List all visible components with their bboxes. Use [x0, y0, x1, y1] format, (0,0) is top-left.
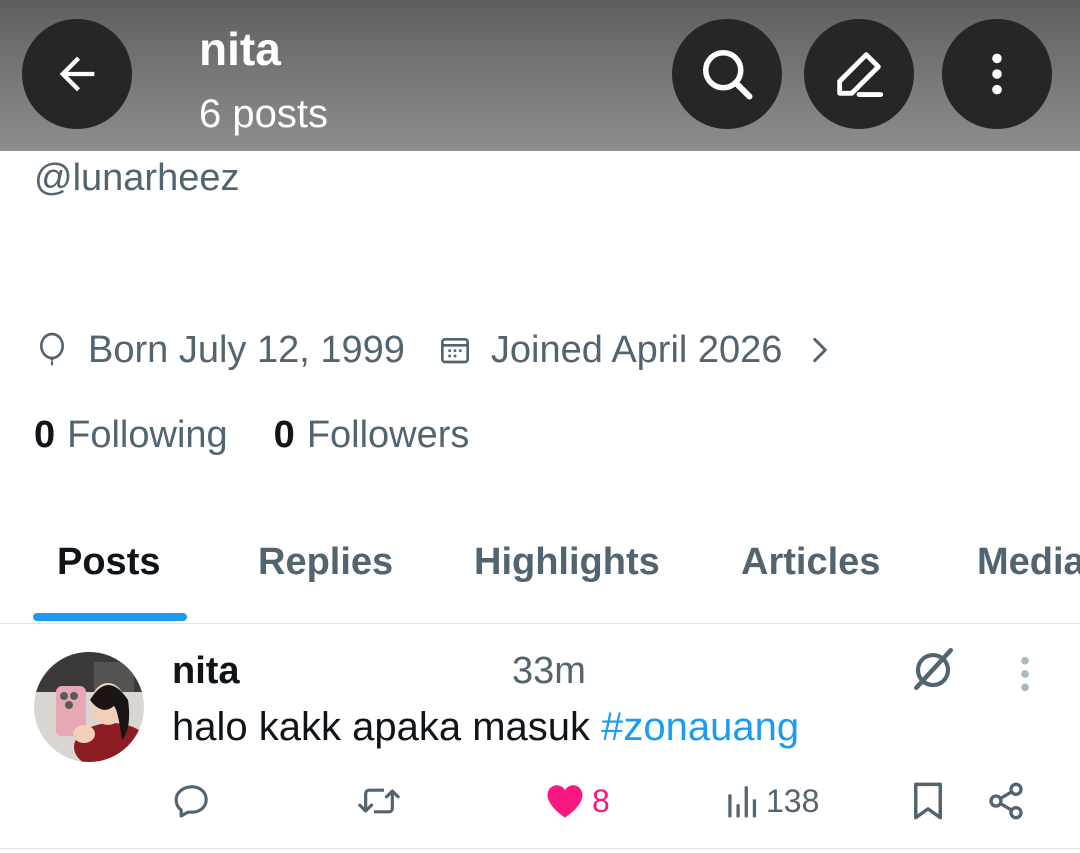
post-text: halo kakk apaka masuk #zonauang — [172, 703, 799, 751]
like-count: 8 — [592, 783, 610, 819]
calendar-icon — [439, 334, 471, 366]
profile-header: nita 6 posts — [0, 0, 1080, 151]
post-count: 6 posts — [199, 92, 328, 136]
tab-media[interactable]: Media — [977, 538, 1080, 586]
profile-meta: Born July 12, 1999 Joined April 2026 — [36, 326, 836, 374]
chevron-right-icon[interactable] — [804, 334, 836, 366]
following-label: Following — [67, 414, 228, 456]
user-handle: @lunarheez — [34, 157, 240, 199]
header-title: nita — [199, 23, 281, 75]
avatar[interactable] — [34, 652, 144, 762]
followers-count: 0 — [273, 414, 295, 456]
repost-icon — [358, 788, 400, 814]
like-button[interactable]: 8 — [544, 776, 610, 826]
share-button[interactable] — [986, 776, 1026, 826]
post-more-icon[interactable] — [1010, 654, 1040, 699]
heart-filled-icon — [547, 785, 583, 818]
grok-icon[interactable] — [908, 644, 958, 699]
following-link[interactable]: 0 Following — [34, 412, 228, 458]
bookmark-button[interactable] — [910, 776, 946, 826]
profile-tabs: Posts Replies Highlights Articles Media — [0, 530, 1080, 624]
active-tab-indicator — [33, 613, 187, 621]
reply-icon — [174, 785, 208, 818]
followers-link[interactable]: 0 Followers — [274, 412, 470, 458]
birthdate: Born July 12, 1999 — [88, 329, 405, 371]
post-author[interactable]: nita — [172, 648, 240, 694]
tab-articles[interactable]: Articles — [741, 538, 880, 586]
followers-label: Followers — [306, 414, 470, 456]
post-time: 33m — [512, 650, 586, 692]
share-icon — [989, 782, 1023, 820]
views-icon — [728, 786, 757, 818]
tab-highlights[interactable]: Highlights — [474, 538, 660, 586]
edit-button[interactable] — [804, 19, 914, 129]
more-options-button[interactable] — [942, 19, 1052, 129]
tab-replies[interactable]: Replies — [258, 538, 393, 586]
bookmark-icon — [914, 782, 942, 820]
search-button[interactable] — [672, 19, 782, 129]
reply-button[interactable] — [172, 776, 212, 826]
join-date[interactable]: Joined April 2026 — [491, 326, 783, 374]
repost-button[interactable] — [356, 776, 402, 826]
view-count: 138 — [766, 783, 820, 819]
balloon-icon — [36, 332, 68, 366]
post-divider — [0, 848, 1080, 849]
post-hashtag[interactable]: #zonauang — [601, 705, 799, 749]
compose-icon — [837, 52, 884, 97]
views-button[interactable]: 138 — [726, 776, 819, 826]
follow-stats: 0 Following 0 Followers — [34, 412, 469, 458]
following-count: 0 — [34, 414, 56, 456]
tabs-divider — [0, 623, 1080, 624]
more-vertical-icon — [992, 53, 1002, 95]
post-body: halo kakk apaka masuk — [172, 705, 602, 749]
tab-posts[interactable]: Posts — [57, 538, 160, 586]
back-arrow-icon — [59, 56, 95, 92]
search-icon — [703, 50, 753, 100]
back-button[interactable] — [22, 19, 132, 129]
